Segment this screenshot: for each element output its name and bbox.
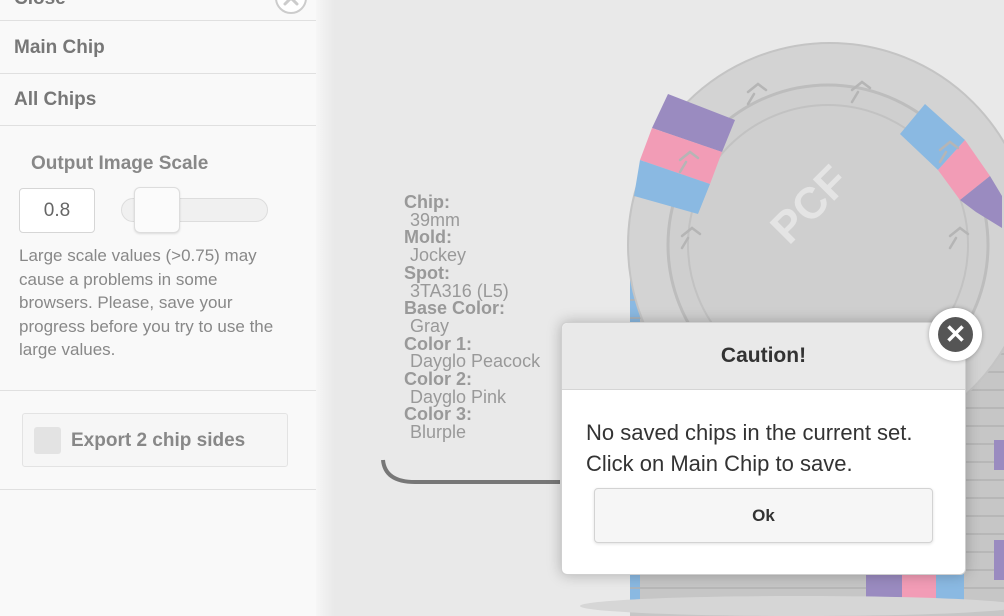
menu-item-main-chip-label: Main Chip <box>14 37 105 58</box>
color-3-value: Blurple <box>410 422 467 443</box>
output-scale-input[interactable]: 0.8 <box>19 188 95 233</box>
menu-item-close-label: Close <box>14 0 66 10</box>
export-two-sides-label: Export 2 chip sides <box>71 430 246 451</box>
divider <box>0 390 316 391</box>
dialog-message-line-1: No saved chips in the current set. <box>586 420 913 445</box>
scale-warning-text: Large scale values (>0.75) may cause a p… <box>19 246 274 359</box>
output-scale-label: Output Image Scale <box>31 153 209 174</box>
menu-item-all-chips-label: All Chips <box>14 89 97 110</box>
dialog-title: Caution! <box>720 344 807 367</box>
ok-button[interactable]: Ok <box>594 488 933 543</box>
output-scale-slider-handle[interactable] <box>134 187 180 233</box>
menu-item-close[interactable]: Close <box>0 0 316 21</box>
export-two-sides-checkbox[interactable] <box>34 427 61 454</box>
export-two-sides-option[interactable]: Export 2 chip sides <box>22 413 288 467</box>
base-color-value: Gray <box>410 315 450 336</box>
divider <box>0 489 316 490</box>
dialog-header: Caution! <box>562 323 965 390</box>
caution-dialog: Caution! No saved chips in the current s… <box>561 322 966 575</box>
close-x-glyph: ✕ <box>944 319 967 349</box>
side-panel: Close Main Chip All Chips Output Image S… <box>0 0 316 616</box>
dialog-close-icon[interactable]: ✕ <box>929 308 982 361</box>
panel-shadow <box>316 0 334 616</box>
chip-info: Chip: 39mm Mold: Jockey Spot: 3TA316 (L5… <box>404 193 540 443</box>
dialog-message-line-2: Click on Main Chip to save. <box>586 451 853 476</box>
dialog-message: No saved chips in the current set. Click… <box>586 417 913 479</box>
menu-item-all-chips[interactable]: All Chips <box>0 74 316 126</box>
spot-key: Spot: <box>404 262 450 283</box>
menu-item-main-chip[interactable]: Main Chip <box>0 21 316 74</box>
dialog-close-circle: ✕ <box>938 317 973 352</box>
